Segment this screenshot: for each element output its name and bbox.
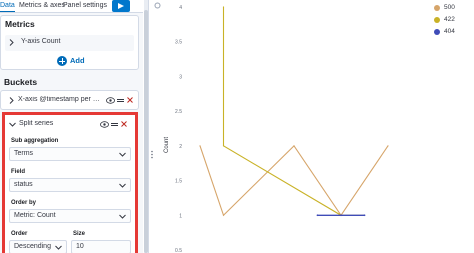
metric-label: Y-axis Count bbox=[21, 38, 61, 45]
legend-item-404[interactable]: 404 bbox=[434, 28, 474, 37]
chevron-down-icon[interactable] bbox=[9, 122, 16, 127]
chevron-down-icon bbox=[55, 245, 62, 250]
field-label: Field bbox=[11, 169, 26, 175]
order-by-select[interactable]: Metric: Count bbox=[9, 209, 131, 223]
tab-panel-settings[interactable]: Panel settings bbox=[63, 0, 107, 12]
y-tick-label: 4 bbox=[179, 5, 182, 11]
y-tick-label: 0.5 bbox=[175, 248, 182, 253]
y-tick-label: 3.5 bbox=[175, 40, 182, 46]
close-icon[interactable] bbox=[127, 97, 133, 103]
split-series-header[interactable]: Split series bbox=[5, 118, 135, 132]
chevron-down-icon bbox=[119, 152, 126, 157]
series-layer bbox=[199, 6, 389, 217]
sub-aggregation-select[interactable]: Terms bbox=[9, 147, 131, 161]
legend-item-422[interactable]: 422 bbox=[434, 16, 474, 25]
legend-swatch bbox=[434, 5, 440, 11]
drag-handle-icon[interactable] bbox=[111, 121, 118, 128]
metric-y-axis-count[interactable]: Y-axis Count bbox=[5, 35, 134, 51]
order-by-value: Metric: Count bbox=[14, 212, 56, 219]
buckets-title: Buckets bbox=[4, 77, 38, 87]
split-series-title: Split series bbox=[19, 120, 54, 127]
y-axis-title: Count bbox=[164, 137, 170, 153]
split-series-actions bbox=[100, 121, 128, 129]
y-tick-label: 3 bbox=[179, 74, 182, 80]
data-point-404[interactable] bbox=[340, 214, 342, 217]
y-tick-label: 2 bbox=[179, 144, 182, 150]
order-value: Descending bbox=[14, 243, 51, 250]
add-metric-label: Add bbox=[70, 56, 85, 65]
bucket-actions bbox=[106, 97, 134, 105]
data-point-422[interactable] bbox=[222, 6, 225, 8]
split-series-agg: Split series Sub aggregation Terms Field… bbox=[2, 112, 138, 253]
metrics-title: Metrics bbox=[5, 19, 35, 29]
plus-circle-icon bbox=[57, 56, 67, 66]
bucket-label: X-axis @timestamp per mi... bbox=[18, 96, 102, 103]
series-line-422[interactable] bbox=[222, 7, 365, 216]
data-point-422[interactable] bbox=[222, 145, 225, 147]
legend-label: 422 bbox=[444, 16, 455, 23]
data-point-500[interactable] bbox=[199, 145, 201, 147]
legend-swatch bbox=[434, 29, 440, 35]
chevron-right-icon[interactable] bbox=[9, 97, 14, 104]
data-point-404[interactable] bbox=[316, 214, 319, 217]
data-point-500[interactable] bbox=[293, 145, 295, 147]
chevron-down-icon bbox=[119, 214, 126, 219]
order-label: Order bbox=[11, 231, 28, 237]
order-by-label: Order by bbox=[11, 200, 37, 206]
legend-label: 404 bbox=[444, 28, 455, 35]
editor-sidebar: Data Metrics & axes Panel settings Metri… bbox=[0, 0, 143, 253]
drag-handle-icon[interactable] bbox=[117, 97, 124, 104]
sub-aggregation-label: Sub aggregation bbox=[11, 138, 59, 144]
y-tick-label: 2.5 bbox=[175, 109, 182, 115]
tab-metrics-axes[interactable]: Metrics & axes bbox=[19, 0, 65, 12]
visualize-editor: Data Metrics & axes Panel settings Metri… bbox=[0, 0, 474, 253]
y-tick-label: 1 bbox=[179, 213, 182, 219]
data-point-500[interactable] bbox=[387, 145, 389, 147]
resize-handle-icon[interactable] bbox=[150, 150, 154, 159]
gear-icon[interactable] bbox=[154, 2, 161, 9]
size-value: 10 bbox=[76, 243, 84, 250]
series-line-500[interactable] bbox=[199, 145, 389, 217]
chart-canvas: Count 4 3.5 3 2.5 2 1.5 1 0.5 bbox=[148, 0, 389, 253]
chevron-down-icon bbox=[119, 183, 126, 188]
tab-data[interactable]: Data bbox=[0, 0, 15, 12]
legend-label: 500 bbox=[444, 4, 455, 11]
size-label: Size bbox=[73, 231, 86, 237]
order-select[interactable]: Descending bbox=[9, 240, 67, 253]
editor-tabs: Data Metrics & axes Panel settings bbox=[0, 0, 143, 13]
eye-icon[interactable] bbox=[106, 97, 115, 104]
line-chart: Count 4 3.5 3 2.5 2 1.5 1 0.5 500 422 404 bbox=[148, 0, 474, 253]
data-point-404[interactable] bbox=[363, 214, 366, 217]
legend-swatch bbox=[434, 17, 440, 23]
play-icon bbox=[118, 3, 124, 9]
close-icon[interactable] bbox=[121, 121, 127, 127]
sub-aggregation-value: Terms bbox=[14, 150, 34, 157]
update-button[interactable] bbox=[112, 0, 130, 12]
eye-icon[interactable] bbox=[100, 121, 109, 128]
field-select[interactable]: status bbox=[9, 178, 131, 192]
bucket-row[interactable]: X-axis @timestamp per mi... bbox=[1, 94, 138, 108]
bucket-x-axis: X-axis @timestamp per mi... bbox=[0, 90, 139, 110]
metrics-section: Metrics Y-axis Count Add bbox=[0, 15, 139, 70]
chevron-right-icon[interactable] bbox=[9, 39, 14, 46]
y-tick-label: 1.5 bbox=[175, 179, 182, 185]
size-input[interactable]: 10 bbox=[71, 240, 131, 253]
y-axis-ticks: 4 3.5 3 2.5 2 1.5 1 0.5 bbox=[175, 5, 182, 253]
field-value: status bbox=[14, 181, 33, 188]
legend-item-500[interactable]: 500 bbox=[434, 4, 474, 13]
data-point-500[interactable] bbox=[222, 214, 225, 216]
